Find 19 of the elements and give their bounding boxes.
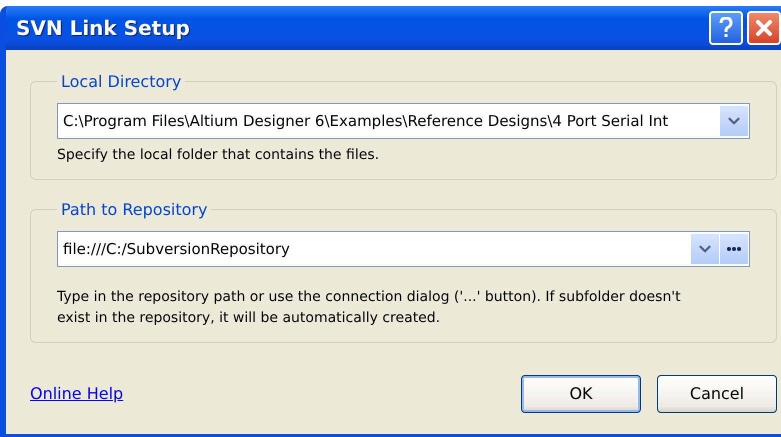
path-input[interactable]: C:\Program Files\Altium Designer 6\Examples\Reference Designs\4 Port Serial Int (59, 112, 719, 130)
group-label: Local Directory (60, 72, 182, 91)
question-icon (719, 17, 733, 39)
path-combo-field[interactable]: file:///C:/SubversionRepository (57, 231, 750, 268)
path-combo-field[interactable]: C:\Program Files\Altium Designer 6\Examples\Reference Designs\4 Port Serial Int (57, 103, 750, 139)
hint-text: Specify the local folder that contains the files. (57, 146, 380, 165)
help-button[interactable] (709, 11, 743, 45)
browse-button[interactable] (720, 234, 748, 264)
hint-text: Type in the repository path or use the connection dialog ('...' button). If subfolder doesn't exist in the repository, it will be automatically created. (57, 288, 682, 328)
dialog-button[interactable]: OK (521, 374, 641, 413)
group-label: Path to Repository (60, 200, 208, 220)
close-button[interactable] (747, 11, 781, 45)
ellipsis-icon (727, 247, 741, 252)
dropdown-button[interactable] (691, 234, 719, 264)
online-help-link[interactable]: Online Help (30, 384, 124, 404)
dialog-button[interactable]: Cancel (657, 374, 777, 413)
path-input[interactable]: file:///C:/SubversionRepository (59, 240, 690, 258)
window-title: SVN Link Setup (16, 16, 190, 40)
dropdown-button[interactable] (720, 106, 748, 136)
